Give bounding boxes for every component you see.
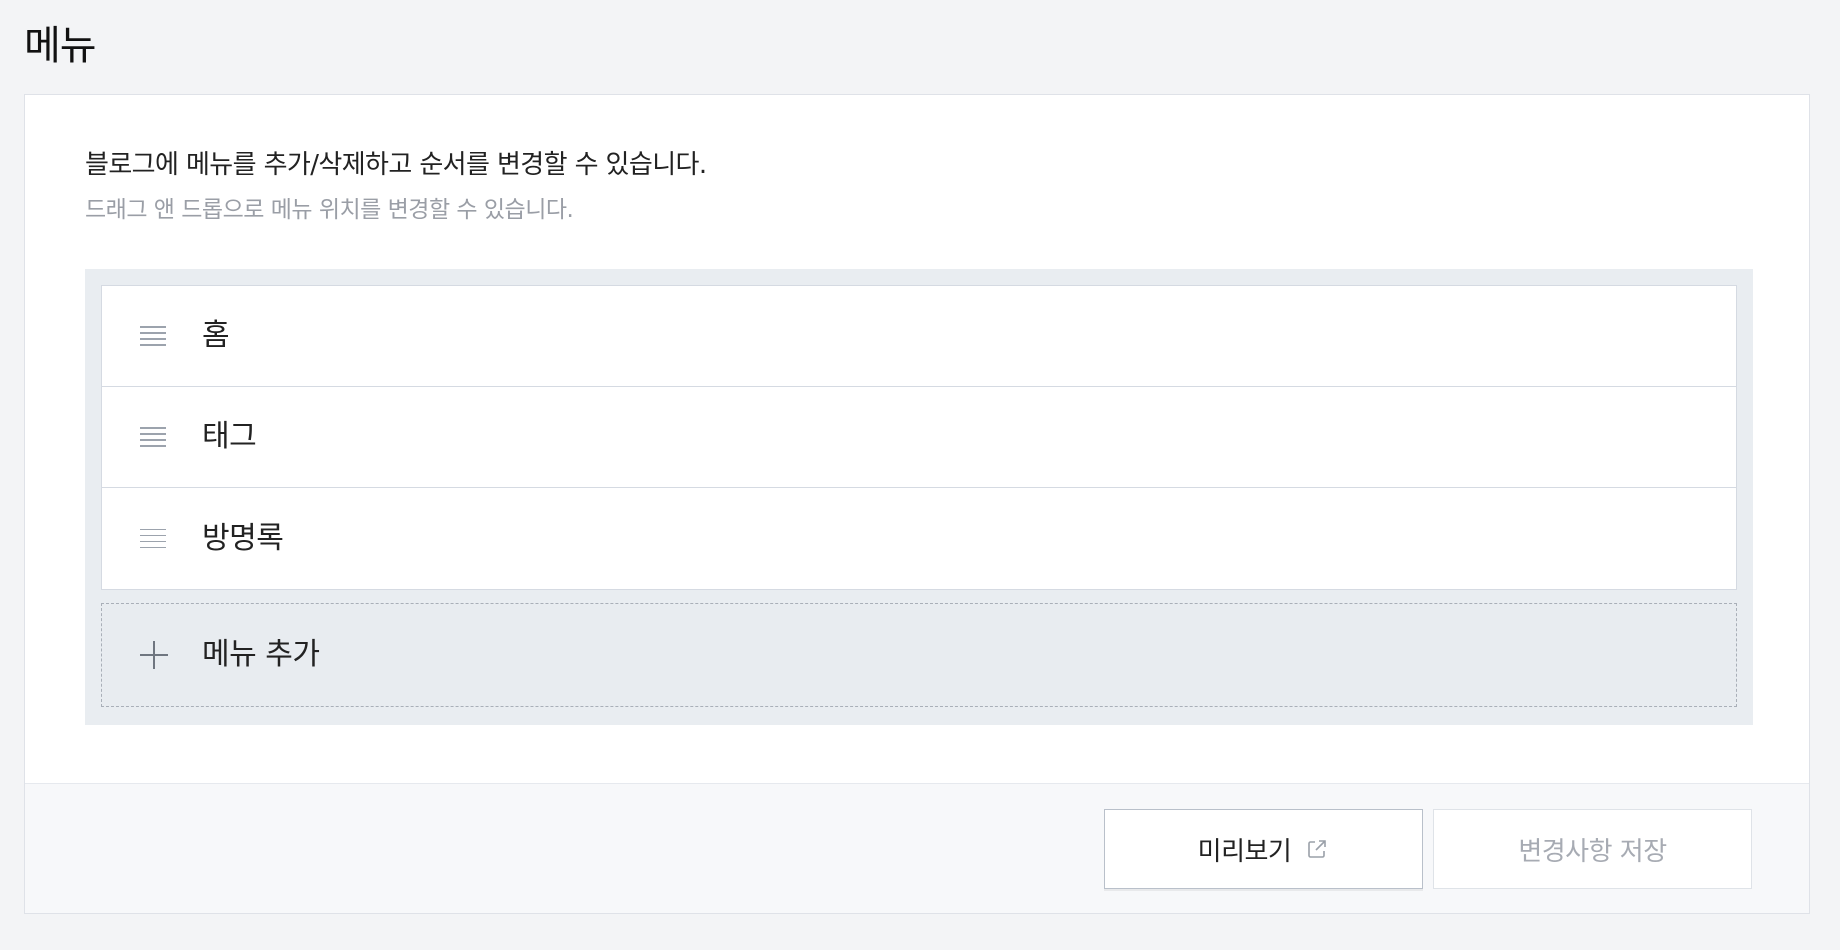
menu-list: 홈 태그 방명록: [101, 285, 1737, 590]
drag-handle-icon[interactable]: [140, 528, 166, 549]
menu-item-guestbook[interactable]: 방명록: [102, 488, 1736, 589]
plus-icon: [140, 641, 168, 669]
description-sub: 드래그 앤 드롭으로 메뉴 위치를 변경할 수 있습니다.: [85, 197, 574, 223]
preview-button[interactable]: 미리보기: [1104, 809, 1423, 889]
drag-handle-icon[interactable]: [140, 326, 166, 346]
external-link-icon: [1308, 840, 1327, 858]
preview-button-label: 미리보기: [1197, 836, 1292, 867]
footer-actions: 미리보기 변경사항 저장: [25, 783, 1809, 913]
add-menu-button[interactable]: 메뉴 추가: [101, 603, 1737, 707]
description-main: 블로그에 메뉴를 추가/삭제하고 순서를 변경할 수 있습니다.: [85, 150, 707, 180]
menu-item-label: 홈: [202, 318, 230, 353]
add-menu-label: 메뉴 추가: [202, 637, 320, 672]
menu-area: 홈 태그 방명록 메뉴 추가: [85, 269, 1753, 725]
menu-item-label: 방명록: [202, 520, 284, 556]
menu-item-tag[interactable]: 태그: [102, 387, 1736, 488]
page-title: 메뉴: [24, 23, 97, 69]
drag-handle-icon[interactable]: [140, 427, 166, 447]
menu-item-home[interactable]: 홈: [102, 286, 1736, 387]
save-changes-button[interactable]: 변경사항 저장: [1433, 809, 1752, 889]
menu-item-label: 태그: [202, 419, 257, 454]
menu-settings-card: 블로그에 메뉴를 추가/삭제하고 순서를 변경할 수 있습니다. 드래그 앤 드…: [24, 94, 1810, 914]
